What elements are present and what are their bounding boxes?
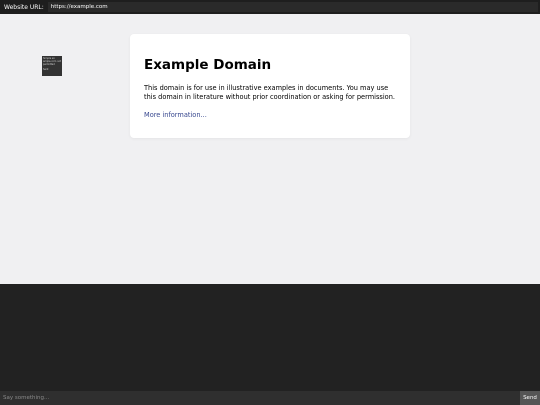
page-viewport: Simple ex ample.com not permitted Sent E… <box>0 14 540 284</box>
url-input[interactable] <box>47 2 538 12</box>
chat-input[interactable] <box>0 391 520 405</box>
more-information-link[interactable]: More information... <box>144 111 207 119</box>
url-bar: Website URL: <box>0 0 540 14</box>
chat-log <box>0 284 540 391</box>
thumbnail-line: Sent <box>43 68 49 71</box>
page-title: Example Domain <box>144 57 272 73</box>
content-card: Example Domain This domain is for use in… <box>130 34 410 138</box>
message-thumbnail: Simple ex ample.com not permitted Sent <box>42 56 62 76</box>
send-button[interactable]: Send <box>520 391 540 405</box>
url-label: Website URL: <box>4 3 44 11</box>
thumbnail-line: permitted <box>43 63 55 66</box>
page-description: This domain is for use in illustrative e… <box>144 84 395 101</box>
chat-bar: Send <box>0 391 540 405</box>
